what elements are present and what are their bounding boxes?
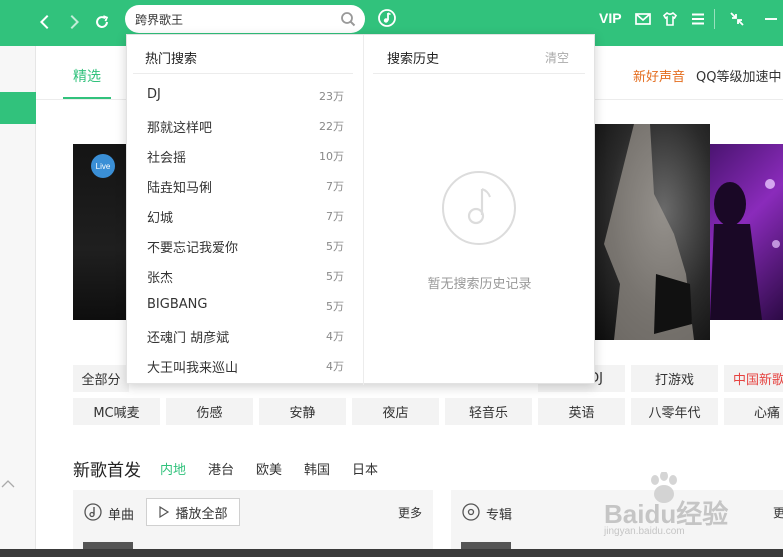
hot-search-item[interactable]: 张杰 5万 [147, 267, 344, 287]
search-input[interactable] [135, 9, 335, 29]
hot-search-item[interactable]: DJ 23万 [147, 87, 344, 107]
hot-search-item[interactable]: 大王叫我来巡山 4万 [147, 357, 344, 377]
search-history-title: 搜索历史 [387, 52, 440, 67]
tag-heartbreak[interactable]: 心痛 [724, 398, 783, 425]
singles-card: 单曲 播放全部 更多 [73, 490, 433, 557]
hot-search-count: 10万 [319, 150, 344, 163]
refresh-button[interactable] [89, 9, 115, 35]
music-note-icon [84, 503, 102, 521]
tag-china-new-songs[interactable]: 中国新歌 [724, 365, 783, 392]
hot-search-name: 不要忘记我爱你 [147, 241, 239, 256]
tag-quiet[interactable]: 安静 [259, 398, 346, 425]
forward-button[interactable] [61, 9, 87, 35]
singles-more-link[interactable]: 更多 [398, 504, 422, 521]
divider [714, 9, 715, 29]
hot-search-item[interactable]: 那就这样吧 22万 [147, 117, 344, 137]
tag-all[interactable]: 全部分 [73, 365, 129, 392]
hot-search-count: 5万 [326, 300, 344, 313]
live-badge: Live [91, 154, 115, 178]
hot-search-name: 社会摇 [147, 151, 187, 166]
hot-search-count: 5万 [326, 240, 344, 253]
baidu-watermark: Baidu经验 jingyan.baidu.com [600, 471, 783, 546]
tag-sad[interactable]: 伤感 [166, 398, 253, 425]
player-bar [0, 549, 783, 557]
minimize-icon[interactable] [762, 10, 780, 28]
region-western[interactable]: 欧美 [256, 459, 282, 478]
dropdown-divider [363, 35, 364, 385]
mini-mode-icon[interactable] [728, 10, 746, 28]
region-hk-tw[interactable]: 港台 [208, 459, 234, 478]
hot-search-name: 幻城 [147, 211, 174, 226]
music-recognition-icon[interactable] [377, 8, 397, 28]
skin-shirt-icon[interactable] [661, 10, 679, 28]
search-box[interactable] [125, 5, 365, 33]
chevron-left-icon [39, 14, 49, 30]
qq-level-link[interactable]: QQ等级加速中 [696, 66, 781, 85]
albums-label: 专辑 [486, 508, 513, 523]
singles-label: 单曲 [108, 508, 135, 523]
tag-mc[interactable]: MC喊麦 [73, 398, 160, 425]
hot-search-count: 7万 [326, 180, 344, 193]
sidebar-active-item[interactable] [0, 92, 36, 124]
banner-right[interactable] [710, 144, 783, 320]
chevron-up-icon[interactable] [0, 476, 16, 492]
empty-history-text: 暂无搜索历史记录 [427, 277, 532, 292]
hot-search-name: 还魂门 胡彦斌 [147, 331, 230, 346]
new-songs-title: 新歌首发 [73, 461, 141, 481]
hot-search-name: 那就这样吧 [147, 121, 213, 136]
tag-80s[interactable]: 八零年代 [631, 398, 718, 425]
region-korea[interactable]: 韩国 [304, 459, 330, 478]
tag-nightclub[interactable]: 夜店 [352, 398, 439, 425]
mail-icon[interactable] [634, 10, 652, 28]
vip-link[interactable]: VIP [599, 10, 622, 26]
hot-search-name: BIGBANG [147, 297, 208, 312]
hot-search-item[interactable]: BIGBANG 5万 [147, 297, 344, 317]
tab-underline [63, 97, 111, 99]
hot-search-count: 4万 [326, 330, 344, 343]
play-all-label: 播放全部 [175, 506, 228, 522]
hot-search-count: 22万 [319, 120, 344, 133]
hot-search-title: 热门搜索 [145, 52, 198, 67]
region-japan[interactable]: 日本 [352, 459, 378, 478]
hot-search-name: 张杰 [147, 271, 174, 286]
disc-icon [462, 503, 480, 521]
tag-gaming[interactable]: 打游戏 [631, 365, 718, 392]
chevron-right-icon [70, 14, 80, 30]
banner-center[interactable] [594, 124, 710, 340]
search-dropdown: 热门搜索 DJ 23万 那就这样吧 22万 社会摇 10万 陆垚知马俐 7万 幻城 7万 … [126, 34, 595, 385]
hot-search-count: 7万 [326, 210, 344, 223]
play-all-button[interactable]: 播放全部 [146, 498, 240, 526]
hot-search-count: 5万 [326, 270, 344, 283]
play-icon [159, 506, 170, 518]
region-mainland[interactable]: 内地 [160, 459, 186, 478]
divider [373, 73, 585, 74]
hot-search-count: 23万 [319, 90, 344, 103]
hot-search-item[interactable]: 不要忘记我爱你 5万 [147, 237, 344, 257]
tag-light-music[interactable]: 轻音乐 [445, 398, 532, 425]
refresh-icon [96, 15, 109, 28]
hot-search-count: 4万 [326, 360, 344, 373]
back-button[interactable] [32, 9, 58, 35]
tab-featured[interactable]: 精选 [73, 66, 101, 86]
divider [133, 73, 353, 74]
menu-icon[interactable] [689, 10, 707, 28]
tag-english[interactable]: 英语 [538, 398, 625, 425]
hot-search-name: 陆垚知马俐 [147, 181, 213, 196]
hot-search-item[interactable]: 幻城 7万 [147, 207, 344, 227]
banner-left[interactable]: Live [73, 144, 129, 320]
hot-search-name: DJ [147, 87, 161, 102]
concert-photo [710, 179, 780, 320]
hot-search-item[interactable]: 陆垚知马俐 7万 [147, 177, 344, 197]
hot-search-name: 大王叫我来巡山 [147, 361, 239, 376]
search-icon[interactable] [340, 11, 356, 27]
hot-search-item[interactable]: 还魂门 胡彦斌 4万 [147, 327, 344, 347]
watermark-url: jingyan.baidu.com [604, 526, 685, 537]
hot-search-item[interactable]: 社会摇 10万 [147, 147, 344, 167]
singer-photo [604, 124, 694, 340]
tab-new-voice[interactable]: 新好声音 [633, 66, 685, 85]
clear-history-button[interactable]: 清空 [545, 49, 569, 66]
empty-history-music-icon [442, 171, 516, 245]
